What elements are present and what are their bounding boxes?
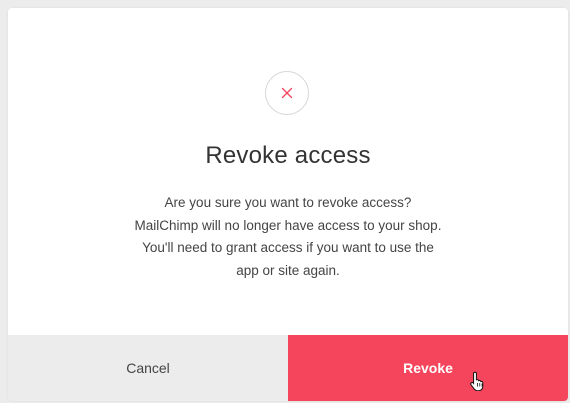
dialog-title: Revoke access [205, 142, 371, 169]
revoke-button-label: Revoke [403, 360, 453, 376]
message-line: You'll need to grant access if you want … [142, 240, 434, 255]
cancel-button[interactable]: Cancel [8, 335, 288, 401]
hand-pointer-icon [470, 371, 484, 391]
message-line: MailChimp will no longer have access to … [134, 217, 442, 233]
close-icon [265, 71, 309, 115]
message-line: Are you sure you want to revoke access? [164, 195, 412, 210]
dialog-actions: Cancel Revoke [8, 335, 568, 401]
dialog-message: Are you sure you want to revoke access? … [108, 192, 468, 282]
revoke-access-dialog: Revoke access Are you sure you want to r… [8, 8, 568, 401]
message-line: app or site again. [236, 262, 340, 278]
revoke-button[interactable]: Revoke [288, 335, 568, 401]
